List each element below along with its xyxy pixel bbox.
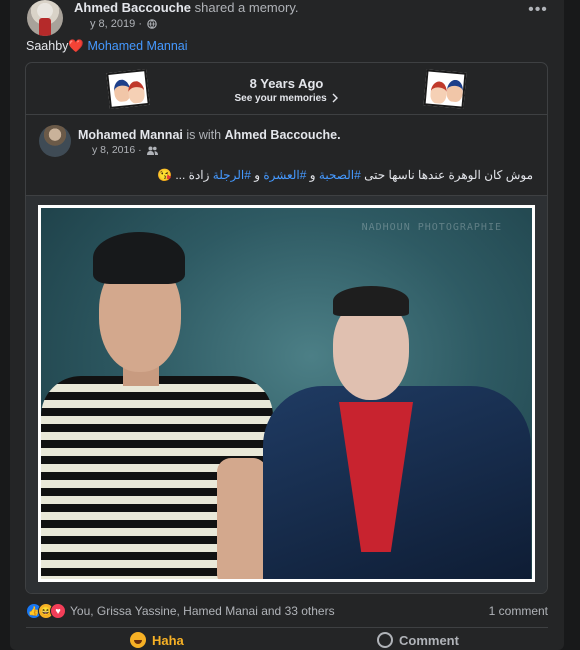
post-date[interactable]: y 8, 2019 · — [90, 18, 142, 30]
haha-reaction-button[interactable]: Haha — [130, 630, 184, 650]
hashtag-link[interactable]: #العشرة — [263, 168, 306, 182]
inner-text-part: و — [250, 168, 264, 182]
inner-with-name[interactable]: Ahmed Baccouche. — [225, 128, 341, 142]
inner-text-part: موش كان الوهرة عندها ناسها حتى — [360, 168, 533, 182]
inner-text-part: زادة ... 😘 — [157, 168, 213, 182]
haha-icon — [130, 632, 146, 648]
globe-icon — [147, 19, 157, 29]
memory-banner[interactable]: 8 Years Ago See your memories — [26, 63, 547, 115]
author-action: shared a memory. — [194, 0, 299, 15]
memory-title: 8 Years Ago — [249, 76, 324, 91]
divider — [26, 627, 548, 628]
post-meta: y 8, 2019 · — [90, 17, 157, 31]
post-caption: Saahby❤️ Mohamed Mannai — [26, 38, 188, 54]
inner-author-avatar[interactable] — [39, 125, 71, 157]
see-memories-link[interactable]: See your memories — [26, 93, 547, 104]
friends-icon — [146, 146, 158, 155]
comment-count[interactable]: 1 comment — [489, 604, 548, 618]
comment-button[interactable]: Comment — [377, 630, 459, 650]
memory-post: Ahmed Baccouche shared a memory. y 8, 20… — [10, 0, 564, 650]
inner-with-text: is with — [186, 128, 222, 142]
reactions-summary: 👍 😆 ♥ You, Grissa Yassine, Hamed Manai a… — [26, 602, 548, 620]
comment-icon — [377, 632, 393, 648]
post-author-line: Ahmed Baccouche shared a memory. — [74, 0, 298, 16]
reaction-icons[interactable]: 👍 😆 ♥ — [26, 603, 70, 619]
photo-frame: NADHOUN PHOTOGRAPHIE — [38, 205, 535, 582]
author-avatar[interactable] — [27, 0, 63, 36]
hashtag-link[interactable]: #الرجلة — [213, 168, 251, 182]
photo-container[interactable]: NADHOUN PHOTOGRAPHIE — [26, 195, 547, 593]
memory-photo[interactable]: NADHOUN PHOTOGRAPHIE — [41, 208, 532, 579]
caption-text: Saahby — [26, 39, 69, 53]
memory-sticker-right — [423, 69, 467, 109]
inner-meta: y 8, 2016 · — [92, 144, 158, 157]
love-icon: ♥ — [50, 603, 66, 619]
heart-emoji: ❤️ — [68, 39, 84, 53]
memory-card: 8 Years Ago See your memories Mohamed Ma… — [25, 62, 548, 594]
haha-label: Haha — [152, 633, 184, 648]
more-options-icon[interactable]: ••• — [528, 2, 548, 20]
caption-mention-link[interactable]: Mohamed Mannai — [87, 39, 187, 53]
photo-watermark: NADHOUN PHOTOGRAPHIE — [361, 222, 502, 233]
reaction-names[interactable]: You, Grissa Yassine, Hamed Manai and 33 … — [70, 604, 335, 618]
inner-post-text: موش كان الوهرة عندها ناسها حتى #الصحبة و… — [157, 167, 533, 183]
chevron-right-icon — [332, 93, 338, 103]
inner-text-part: و — [306, 168, 319, 182]
hashtag-link[interactable]: #الصحبة — [319, 168, 361, 182]
inner-author-line: Mohamed Mannai is with Ahmed Baccouche. — [78, 127, 341, 143]
see-memories-label: See your memories — [234, 93, 327, 104]
inner-date[interactable]: y 8, 2016 · — [92, 144, 142, 156]
inner-author-name[interactable]: Mohamed Mannai — [78, 128, 183, 142]
comment-label: Comment — [399, 633, 459, 648]
author-name[interactable]: Ahmed Baccouche — [74, 0, 191, 15]
